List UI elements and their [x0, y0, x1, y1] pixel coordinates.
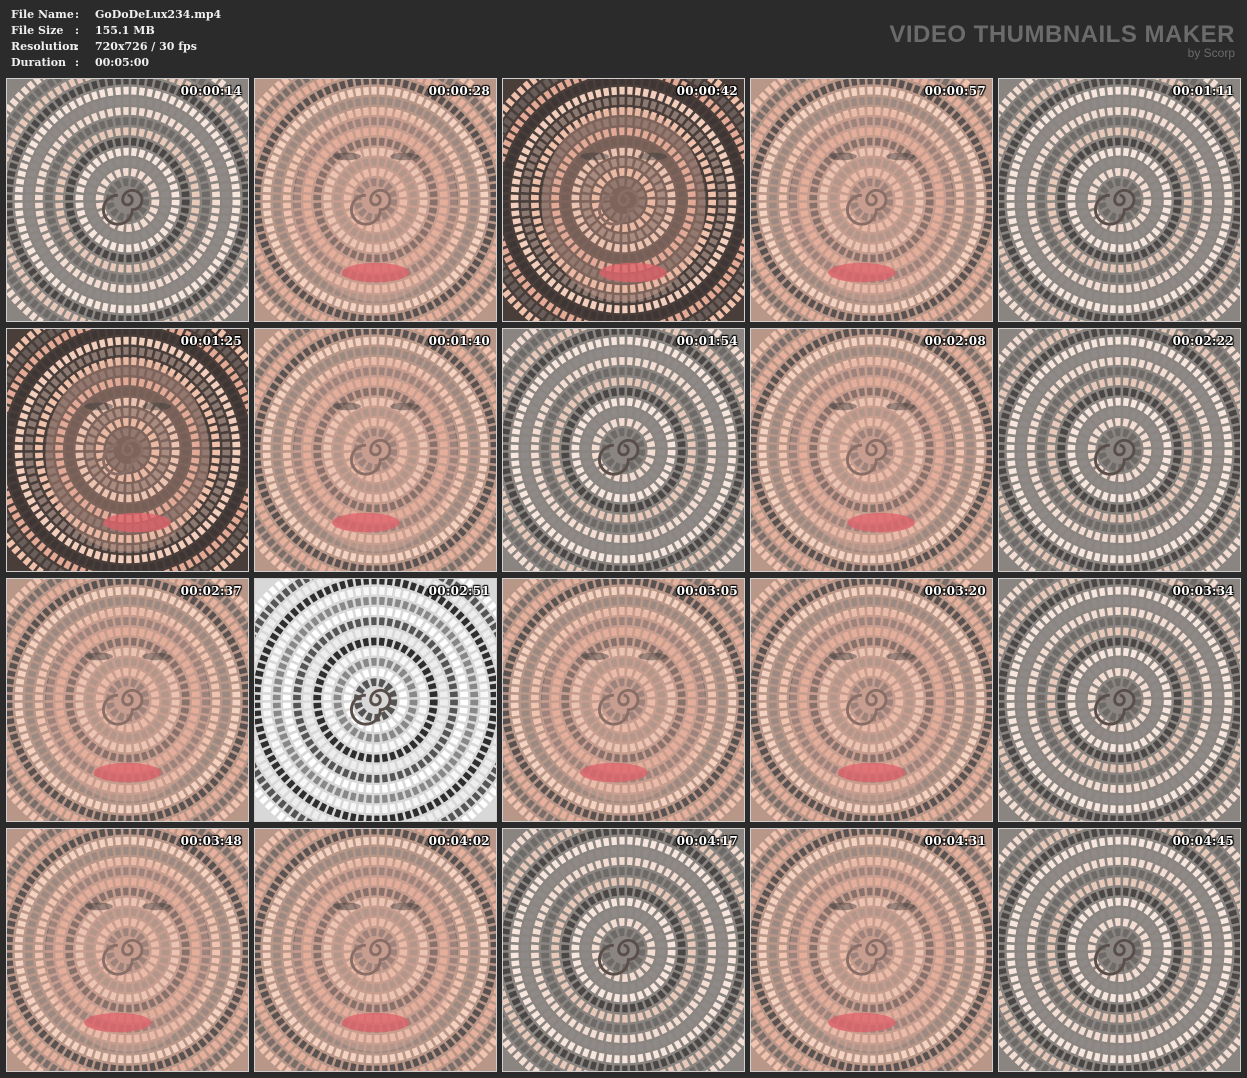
- thumbnail-image: [255, 329, 496, 571]
- brand-watermark: VIDEO THUMBNAILS MAKER by Scorp: [889, 21, 1235, 60]
- video-thumbnail: 00:04:31: [750, 828, 993, 1072]
- thumbnail-image: [751, 579, 992, 821]
- thumbnail-grid: 00:00:14 00:00:28 00:00:42 00:00:57 00:01:11…: [6, 78, 1241, 1072]
- video-thumbnail: 00:04:02: [254, 828, 497, 1072]
- thumbnail-timestamp: 00:00:42: [676, 84, 738, 98]
- info-row-file-size: File Size : 155.1 MB: [11, 23, 221, 39]
- video-thumbnail: 00:00:28: [254, 78, 497, 322]
- thumbnail-image: [255, 579, 496, 821]
- video-thumbnail: 00:01:40: [254, 328, 497, 572]
- thumbnail-timestamp: 00:01:40: [428, 334, 490, 348]
- video-thumbnail: 00:04:45: [998, 828, 1241, 1072]
- video-thumbnail: 00:01:54: [502, 328, 745, 572]
- thumbnail-timestamp: 00:01:25: [180, 334, 242, 348]
- thumbnail-image: [999, 829, 1240, 1071]
- thumbnail-timestamp: 00:04:02: [428, 834, 490, 848]
- video-thumbnail: 00:02:37: [6, 578, 249, 822]
- thumbnail-timestamp: 00:02:08: [924, 334, 986, 348]
- thumbnail-image: [7, 79, 248, 321]
- thumbnail-timestamp: 00:04:17: [676, 834, 738, 848]
- info-key: File Name: [11, 8, 74, 21]
- thumbnail-timestamp: 00:02:22: [1172, 334, 1234, 348]
- info-key: Resolution: [11, 40, 78, 53]
- thumbnail-image: [7, 329, 248, 571]
- thumbnail-timestamp: 00:00:57: [924, 84, 986, 98]
- thumbnail-image: [751, 829, 992, 1071]
- info-separator: :: [75, 56, 80, 69]
- video-thumbnail: 00:02:08: [750, 328, 993, 572]
- thumbnail-image: [7, 829, 248, 1071]
- thumbnail-image: [751, 329, 992, 571]
- thumbnail-timestamp: 00:04:45: [1172, 834, 1234, 848]
- thumbnail-timestamp: 00:02:51: [428, 584, 490, 598]
- thumbnail-image: [255, 79, 496, 321]
- info-value: GoDoDeLux234.mp4: [95, 8, 222, 21]
- brand-subtitle: by Scorp: [1187, 46, 1235, 60]
- thumbnail-image: [999, 579, 1240, 821]
- video-thumbnail: 00:03:20: [750, 578, 993, 822]
- info-key: File Size: [11, 24, 64, 37]
- thumbnail-timestamp: 00:04:31: [924, 834, 986, 848]
- thumbnail-timestamp: 00:01:11: [1172, 84, 1234, 98]
- thumbnail-timestamp: 00:00:14: [180, 84, 242, 98]
- info-value: 155.1 MB: [95, 24, 155, 37]
- info-separator: :: [75, 40, 80, 53]
- info-value: 00:05:00: [95, 56, 150, 69]
- info-row-file-name: File Name : GoDoDeLux234.mp4: [11, 7, 221, 23]
- thumbnail-timestamp: 00:02:37: [180, 584, 242, 598]
- info-row-resolution: Resolution : 720x726 / 30 fps: [11, 39, 221, 55]
- video-thumbnail: 00:01:25: [6, 328, 249, 572]
- thumbnail-timestamp: 00:03:34: [1172, 584, 1234, 598]
- video-thumbnail: 00:00:42: [502, 78, 745, 322]
- video-thumbnail: 00:03:34: [998, 578, 1241, 822]
- thumbnail-image: [7, 579, 248, 821]
- thumbnail-image: [503, 829, 744, 1071]
- thumbnail-image: [255, 829, 496, 1071]
- thumbnail-timestamp: 00:01:54: [676, 334, 738, 348]
- thumbnail-timestamp: 00:03:20: [924, 584, 986, 598]
- info-key: Duration: [11, 56, 67, 69]
- video-thumbnail: 00:03:48: [6, 828, 249, 1072]
- info-value: 720x726 / 30 fps: [95, 40, 197, 53]
- video-thumbnail: 00:04:17: [502, 828, 745, 1072]
- brand-title: VIDEO THUMBNAILS MAKER: [889, 21, 1235, 48]
- video-thumbnail: 00:02:22: [998, 328, 1241, 572]
- thumbnail-timestamp: 00:00:28: [428, 84, 490, 98]
- info-separator: :: [75, 24, 80, 37]
- info-separator: :: [75, 8, 80, 21]
- thumbnail-image: [503, 579, 744, 821]
- thumbnail-timestamp: 00:03:05: [676, 584, 738, 598]
- thumbnail-image: [503, 79, 744, 321]
- video-thumbnail: 00:00:14: [6, 78, 249, 322]
- thumbnail-image: [999, 79, 1240, 321]
- info-row-duration: Duration : 00:05:00: [11, 55, 221, 71]
- thumbnail-image: [503, 329, 744, 571]
- thumbnail-image: [751, 79, 992, 321]
- video-thumbnail: 00:03:05: [502, 578, 745, 822]
- thumbnail-timestamp: 00:03:48: [180, 834, 242, 848]
- video-thumbnail: 00:01:11: [998, 78, 1241, 322]
- thumbnail-image: [999, 329, 1240, 571]
- file-info-panel: File Name : GoDoDeLux234.mp4 File Size :…: [11, 7, 221, 71]
- video-thumbnail: 00:02:51: [254, 578, 497, 822]
- video-thumbnail: 00:00:57: [750, 78, 993, 322]
